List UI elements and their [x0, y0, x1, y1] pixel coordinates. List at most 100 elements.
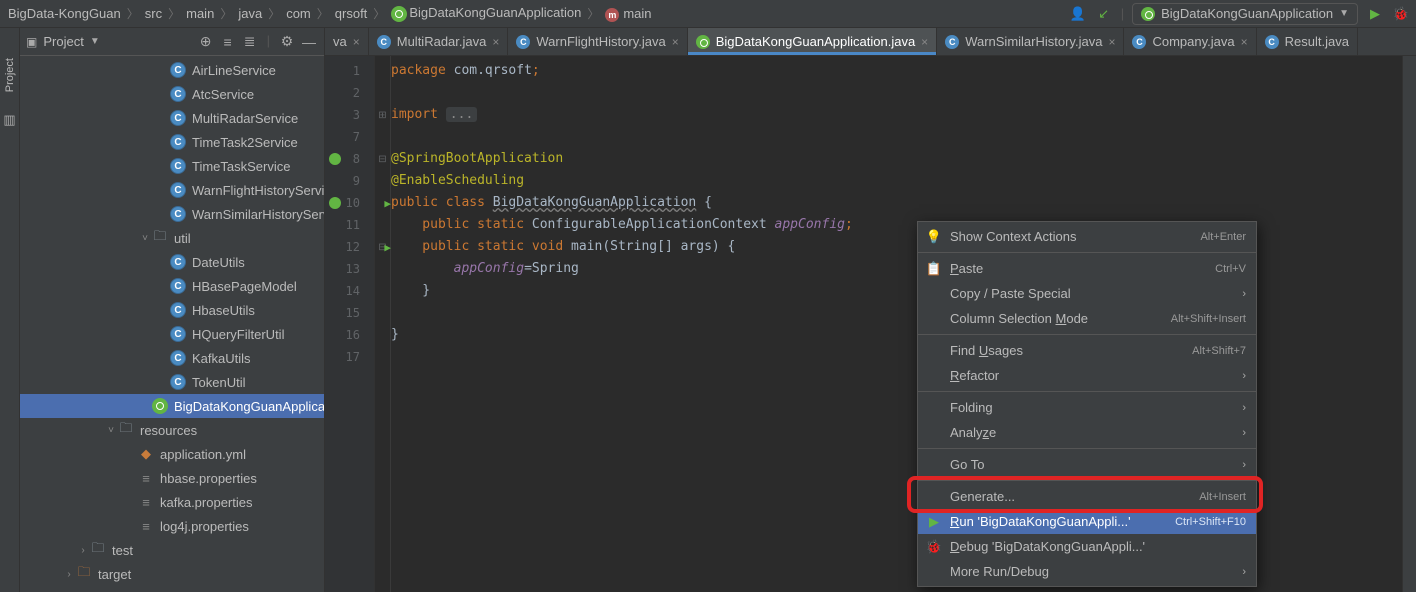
tree-file-item[interactable]: ≡kafka.properties	[20, 490, 324, 514]
breadcrumb-item[interactable]: main	[184, 6, 216, 21]
close-icon[interactable]: ×	[492, 35, 499, 49]
editor-tab[interactable]: CMultiRadar.java×	[369, 28, 509, 55]
tree-class-item[interactable]: CTimeTask2Service	[20, 130, 324, 154]
chevron-right-icon: 〉	[587, 5, 599, 22]
breadcrumb-item[interactable]: qrsoft	[333, 6, 370, 21]
tree-file-item[interactable]: ◆application.yml	[20, 442, 324, 466]
tree-class-item[interactable]: CTimeTaskService	[20, 154, 324, 178]
run-gutter-icon[interactable]: ▶	[384, 197, 391, 210]
ctx-shortcut: Alt+Insert	[1199, 491, 1246, 503]
tree-class-item[interactable]: CHbaseUtils	[20, 298, 324, 322]
ctx-column-selection[interactable]: Column Selection ModeAlt+Shift+Insert	[918, 306, 1256, 331]
chevron-right-icon: ›	[1242, 370, 1246, 382]
tree-class-item[interactable]: CTokenUtil	[20, 370, 324, 394]
tree-file-item[interactable]: ≡log4j.properties	[20, 514, 324, 538]
breadcrumb-project[interactable]: BigData-KongGuan	[6, 6, 123, 21]
project-tree[interactable]: CAirLineService CAtcService CMultiRadarS…	[20, 56, 324, 592]
ctx-goto[interactable]: Go To›	[918, 452, 1256, 477]
tree-class-item[interactable]: CDateUtils	[20, 250, 324, 274]
editor-tab-active[interactable]: BigDataKongGuanApplication.java×	[688, 28, 937, 55]
ctx-label: Run 'BigDataKongGuanAppli...'	[950, 514, 1131, 529]
tree-class-item[interactable]: CAtcService	[20, 82, 324, 106]
ctx-generate[interactable]: Generate... Alt+Insert	[918, 484, 1256, 509]
breadcrumb: BigData-KongGuan 〉 src 〉 main 〉 java 〉 c…	[6, 5, 1069, 22]
tab-label: WarnSimilarHistory.java	[965, 34, 1102, 49]
spring-icon[interactable]	[329, 153, 341, 165]
editor-tab[interactable]: va×	[325, 28, 369, 55]
sidebar-header: ▣ Project ▼ ⊕ ≡ ≣ | ⚙ —	[20, 28, 324, 56]
breadcrumb-item[interactable]: src	[143, 6, 164, 21]
tree-label: HQueryFilterUtil	[192, 327, 284, 342]
tree-class-item[interactable]: CKafkaUtils	[20, 346, 324, 370]
editor-tab[interactable]: CCompany.java×	[1124, 28, 1256, 55]
expand-all-icon[interactable]: ≡	[219, 33, 237, 51]
close-icon[interactable]: ×	[1108, 35, 1115, 49]
line-gutter[interactable]: 1 2 3 7 8 9 10▶ 11 12▶ 13 14 15 16 17	[325, 56, 375, 592]
tree-folder-target[interactable]: ›🗀target	[20, 562, 324, 586]
class-icon: C	[170, 350, 186, 366]
tree-folder-util[interactable]: ˅🗀util	[20, 226, 324, 250]
tree-label: BigDataKongGuanApplicati	[174, 399, 324, 414]
locate-icon[interactable]: ⊕	[197, 33, 215, 51]
debug-icon[interactable]: 🐞	[1392, 5, 1410, 23]
close-icon[interactable]: ×	[921, 35, 928, 49]
close-icon[interactable]: ×	[1241, 35, 1248, 49]
tree-class-item[interactable]: CHBasePageModel	[20, 274, 324, 298]
breadcrumb-item[interactable]: com	[284, 6, 313, 21]
ctx-run[interactable]: ▶Run 'BigDataKongGuanAppli...'Ctrl+Shift…	[918, 509, 1256, 534]
collapse-all-icon[interactable]: ≣	[241, 33, 259, 51]
ctx-debug[interactable]: 🐞Debug 'BigDataKongGuanAppli...'	[918, 534, 1256, 559]
tree-class-item[interactable]: CMultiRadarService	[20, 106, 324, 130]
close-icon[interactable]: ×	[353, 35, 360, 49]
tool-window-stripe: Project ▥	[0, 28, 20, 592]
tree-folder-resources[interactable]: ˅🗀resources	[20, 418, 324, 442]
class-icon: C	[170, 134, 186, 150]
bean-icon[interactable]	[329, 197, 341, 209]
tree-file-item[interactable]: ≡hbase.properties	[20, 466, 324, 490]
project-tool-button[interactable]: Project	[4, 58, 16, 92]
ctx-paste[interactable]: 📋PasteCtrl+V	[918, 256, 1256, 281]
chevron-right-icon: 〉	[373, 5, 385, 22]
close-icon[interactable]: ×	[672, 35, 679, 49]
tree-folder-test[interactable]: ›🗀test	[20, 538, 324, 562]
breadcrumb-method[interactable]: mmain	[603, 6, 653, 22]
breadcrumb-file[interactable]: BigDataKongGuanApplication	[389, 5, 583, 22]
tree-class-item[interactable]: CHQueryFilterUtil	[20, 322, 324, 346]
editor-tab[interactable]: CWarnSimilarHistory.java×	[937, 28, 1124, 55]
ctx-folding[interactable]: Folding›	[918, 395, 1256, 420]
run-configuration-selector[interactable]: BigDataKongGuanApplication ▼	[1132, 3, 1358, 25]
minimize-icon[interactable]: —	[300, 33, 318, 51]
run-icon: ▶	[926, 514, 942, 530]
ctx-label: Generate...	[950, 489, 1015, 504]
user-add-icon[interactable]: 👤	[1069, 5, 1087, 23]
line-number: 7	[325, 126, 374, 148]
tree-app-class[interactable]: BigDataKongGuanApplicati	[20, 394, 324, 418]
run-gutter-icon[interactable]: ▶	[384, 241, 391, 254]
properties-icon: ≡	[138, 494, 154, 510]
editor-tab[interactable]: CResult.java	[1257, 28, 1358, 55]
settings-icon[interactable]: ⚙	[278, 33, 296, 51]
run-icon[interactable]: ▶	[1366, 5, 1384, 23]
ctx-more-run[interactable]: More Run/Debug›	[918, 559, 1256, 584]
navigation-bar: BigData-KongGuan 〉 src 〉 main 〉 java 〉 c…	[0, 0, 1416, 28]
ctx-refactor[interactable]: Refactor›	[918, 363, 1256, 388]
fold-icon[interactable]: ⊟	[375, 148, 390, 170]
ctx-copy-special[interactable]: Copy / Paste Special›	[918, 281, 1256, 306]
tree-class-item[interactable]: CAirLineService	[20, 58, 324, 82]
ctx-show-actions[interactable]: 💡Show Context ActionsAlt+Enter	[918, 224, 1256, 249]
error-stripe[interactable]	[1402, 56, 1416, 592]
ctx-find-usages[interactable]: Find UsagesAlt+Shift+7	[918, 338, 1256, 363]
project-dropdown[interactable]: ▣ Project ▼	[26, 34, 197, 49]
line-number: 17	[325, 346, 374, 368]
editor-tab[interactable]: CWarnFlightHistory.java×	[508, 28, 687, 55]
build-icon[interactable]: ↙	[1095, 5, 1113, 23]
breadcrumb-item[interactable]: java	[236, 6, 264, 21]
tree-class-item[interactable]: CWarnSimilarHistoryServ	[20, 202, 324, 226]
fold-column[interactable]: ⊞ ⊟ ⊟	[375, 56, 391, 592]
fold-icon[interactable]: ⊞	[375, 104, 390, 126]
chevron-right-icon: ›	[1242, 288, 1246, 300]
tree-class-item[interactable]: CWarnFlightHistoryService	[20, 178, 324, 202]
folder-icon: 🗀	[90, 542, 106, 558]
ctx-analyze[interactable]: Analyze›	[918, 420, 1256, 445]
folder-icon[interactable]: ▥	[3, 112, 15, 128]
